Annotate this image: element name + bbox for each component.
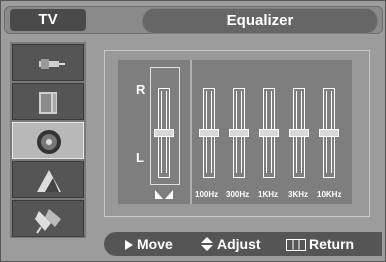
band-label: 300Hz bbox=[226, 190, 250, 199]
band-slider-knob[interactable] bbox=[289, 129, 309, 137]
sidebar-item-sound[interactable] bbox=[12, 83, 84, 120]
balance-icon bbox=[155, 190, 173, 199]
tv-tab[interactable]: TV bbox=[10, 9, 86, 31]
balance-slider-knob[interactable] bbox=[154, 129, 174, 137]
return-hint: Return bbox=[286, 236, 354, 252]
page-title: Equalizer bbox=[142, 8, 378, 34]
adjust-hint: Adjust bbox=[200, 236, 261, 252]
antenna-icon bbox=[39, 59, 65, 69]
move-label: Move bbox=[137, 236, 173, 252]
band-slider-knob[interactable] bbox=[319, 129, 339, 137]
play-arrow-icon bbox=[125, 240, 133, 250]
sidebar-item-channel[interactable] bbox=[12, 122, 84, 159]
satellite-dish-icon bbox=[37, 170, 61, 192]
sidebar-item-setup[interactable] bbox=[12, 161, 84, 198]
band-label: 1KHz bbox=[258, 190, 279, 199]
band-label: 100Hz bbox=[195, 190, 219, 199]
plug-icon bbox=[35, 209, 61, 234]
up-down-arrows-icon bbox=[201, 237, 213, 251]
speaker-icon bbox=[39, 92, 57, 114]
band-label: 3KHz bbox=[288, 190, 309, 199]
menu-icon bbox=[286, 239, 306, 251]
return-label: Return bbox=[309, 236, 355, 252]
disc-icon bbox=[37, 130, 61, 154]
sidebar-item-picture[interactable] bbox=[12, 44, 84, 81]
balance-top-label: R bbox=[136, 82, 146, 97]
band-slider-knob[interactable] bbox=[199, 129, 219, 137]
band-slider-knob[interactable] bbox=[259, 129, 279, 137]
band-slider-knob[interactable] bbox=[229, 129, 249, 137]
balance-bottom-label: L bbox=[136, 150, 144, 165]
move-hint: Move bbox=[124, 236, 173, 252]
band-label: 10KHz bbox=[317, 190, 342, 199]
sidebar bbox=[10, 42, 86, 238]
sidebar-item-input[interactable] bbox=[12, 200, 84, 237]
adjust-label: Adjust bbox=[217, 236, 261, 252]
